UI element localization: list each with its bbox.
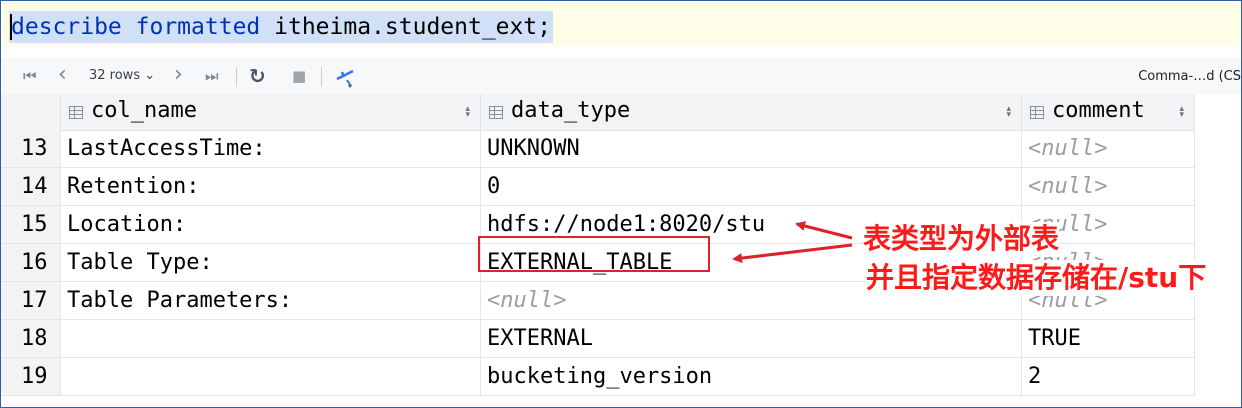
cell-comment[interactable]: <null> [1022,168,1195,206]
cell-col-name[interactable]: Table Parameters: [61,282,481,320]
cell-data-type[interactable]: bucketing_version [481,358,1022,396]
cell-col-name[interactable] [61,358,481,396]
cell-col-name[interactable]: Retention: [61,168,481,206]
result-toolbar: ⏮ ‹ 32 rows ⌄ › ⏭ ↻ ■ Comma-…d (CS [1,58,1241,94]
annotation-text-line2: 并且指定数据存储在/stu下 [866,260,1207,296]
table-row[interactable]: 19 bucketing_version 2 [1,358,1195,396]
row-number-header [1,94,61,131]
cell-comment[interactable]: 2 [1022,358,1195,396]
chevron-down-icon: ⌄ [144,68,156,83]
stop-icon[interactable]: ■ [292,58,306,94]
row-number[interactable]: 19 [1,358,61,396]
toolbar-divider [321,67,322,87]
last-page-icon[interactable]: ⏭ [205,58,219,94]
previous-page-icon[interactable]: ‹ [58,58,67,94]
annotation-text-line1: 表类型为外部表 [863,222,1060,256]
row-number[interactable]: 13 [1,130,61,168]
row-number[interactable]: 17 [1,282,61,320]
sql-keyword-formatted: formatted [135,14,261,40]
command-mode-label[interactable]: Comma-…d (CS [1138,58,1241,94]
cell-comment[interactable]: TRUE [1022,320,1195,358]
refresh-icon[interactable]: ↻ [249,58,266,94]
column-header-label: comment [1052,98,1145,123]
toolbar-divider [236,67,237,87]
column-header-label: col_name [91,98,197,123]
next-page-icon[interactable]: › [174,58,183,94]
cell-col-name[interactable]: LastAccessTime: [61,130,481,168]
column-icon [489,106,503,119]
cell-col-name[interactable]: Table Type: [61,244,481,282]
column-header-data-type[interactable]: data_type ▴ ▾ [481,94,1022,131]
first-page-icon[interactable]: ⏮ [23,58,37,94]
table-row[interactable]: 13 LastAccessTime: UNKNOWN <null> [1,130,1195,168]
sort-icon[interactable]: ▴ ▾ [1179,105,1184,120]
sql-editor[interactable]: describe formatted itheima.student_ext; [1,1,1241,46]
rows-count-label: 32 rows [89,68,141,83]
highlight-box [478,236,710,272]
column-icon [69,106,83,119]
row-number[interactable]: 14 [1,168,61,206]
column-header-comment[interactable]: comment ▴ ▾ [1022,94,1195,131]
sort-icon[interactable]: ▴ ▾ [465,105,470,120]
cell-comment[interactable]: <null> [1022,130,1195,168]
sql-statement[interactable]: describe formatted itheima.student_ext; [9,11,554,43]
cell-data-type[interactable]: EXTERNAL [481,320,1022,358]
cell-col-name[interactable] [61,320,481,358]
row-number[interactable]: 18 [1,320,61,358]
pin-tab-icon[interactable] [333,58,357,94]
cell-data-type[interactable]: 0 [481,168,1022,206]
table-row[interactable]: 14 Retention: 0 <null> [1,168,1195,206]
cell-data-type[interactable]: UNKNOWN [481,130,1022,168]
column-header-label: data_type [511,98,631,123]
column-icon [1030,106,1044,119]
rows-count-dropdown[interactable]: 32 rows ⌄ [89,58,155,94]
sql-keyword-describe: describe [11,14,122,40]
row-number[interactable]: 15 [1,206,61,244]
text-caret [10,14,12,40]
cell-col-name[interactable]: Location: [61,206,481,244]
column-header-col-name[interactable]: col_name ▴ ▾ [61,94,481,131]
row-number[interactable]: 16 [1,244,61,282]
table-row[interactable]: 18 EXTERNAL TRUE [1,320,1195,358]
sort-icon[interactable]: ▴ ▾ [1006,105,1011,120]
sql-table-name: itheima.student_ext; [274,14,552,40]
